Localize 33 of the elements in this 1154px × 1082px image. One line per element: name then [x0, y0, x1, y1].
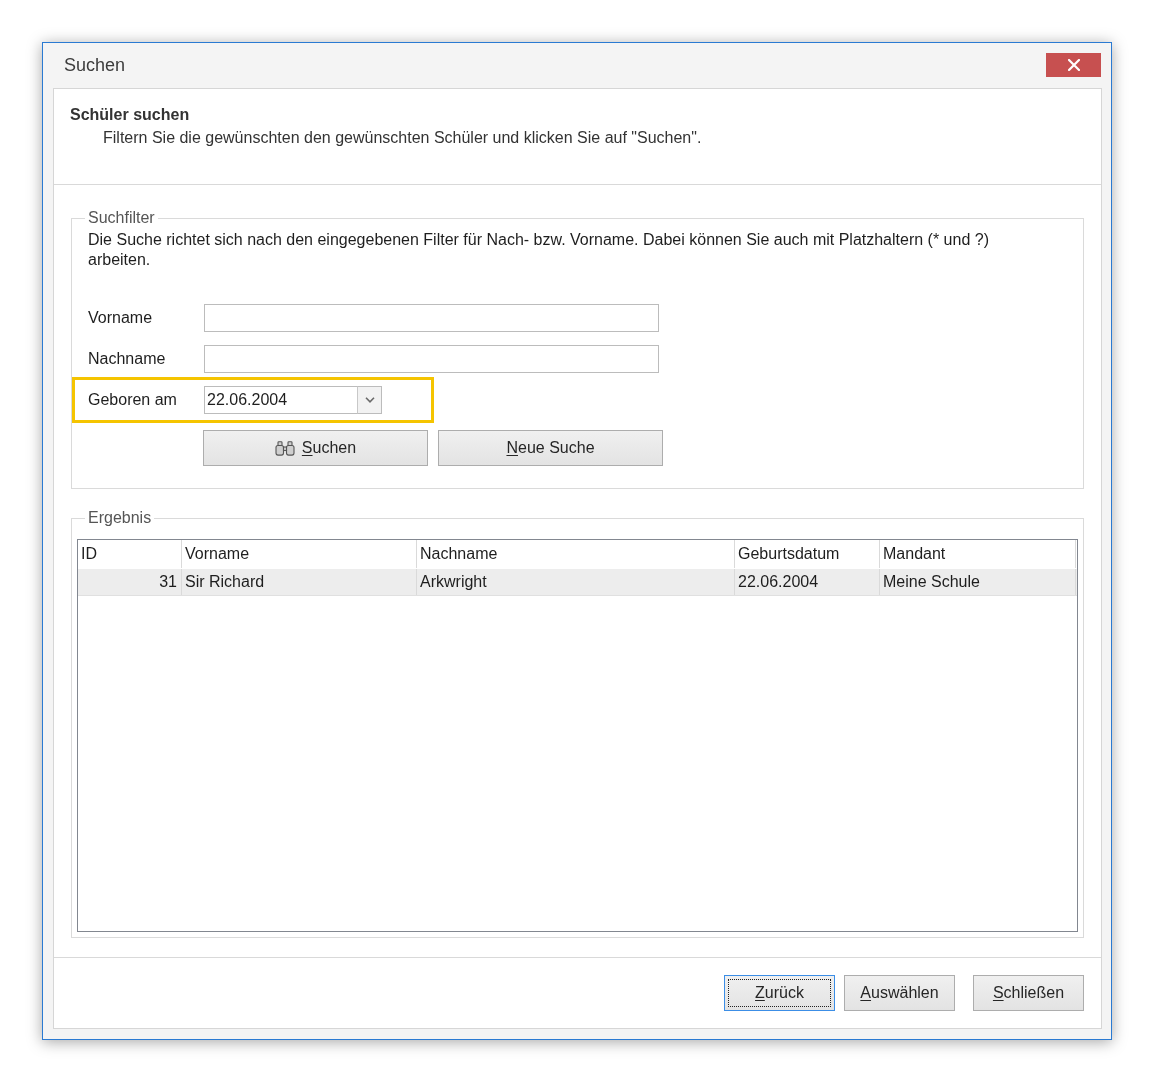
- chevron-icon: [364, 397, 375, 403]
- table-row[interactable]: 31 Sir Richard Arkwright 22.06.2004 Meine Schule: [78, 569, 1077, 596]
- group-title: Ergebnis: [87, 508, 153, 528]
- group-title: Suchfilter: [87, 208, 156, 228]
- search-button[interactable]: Suchen: [203, 430, 428, 466]
- window-title: Suchen: [64, 54, 126, 77]
- table-cell: 31: [78, 569, 182, 595]
- table-cell: Sir Richard: [182, 569, 417, 595]
- column-header[interactable]: ID: [78, 540, 182, 568]
- close-button[interactable]: [1046, 53, 1101, 77]
- dropdown-button[interactable]: [357, 386, 382, 414]
- filter-description: Die Suche richtet sich nach den eingegebenen Filter für Nach- bzw. Vorname. Dabei können Sie auch mit Platzhaltern (* und ?) arbeiten.: [88, 230, 990, 270]
- text-field[interactable]: [204, 304, 659, 332]
- column-header[interactable]: Geburtsdatum: [735, 540, 880, 568]
- column-header[interactable]: Nachname: [417, 540, 735, 568]
- new-search-button[interactable]: Neue Suche: [438, 430, 663, 466]
- header-title: Schüler suchen: [70, 105, 191, 125]
- table-cell: 22.06.2004: [735, 569, 880, 595]
- date-field[interactable]: 22.06.2004: [204, 386, 357, 414]
- field-label: Nachname: [88, 349, 167, 369]
- binoculars-icon: [274, 440, 295, 456]
- select-button[interactable]: Auswählen: [844, 975, 955, 1011]
- header-subtitle: Filtern Sie die gewünschten den gewünschten Schüler und klicken Sie auf "Suchen".: [103, 128, 703, 148]
- close-dialog-button[interactable]: Schließen: [973, 975, 1084, 1011]
- back-button[interactable]: Zurück: [724, 975, 835, 1011]
- field-label: Geboren am: [88, 390, 178, 410]
- column-header[interactable]: Vorname: [182, 540, 417, 568]
- text-field[interactable]: [204, 345, 659, 373]
- field-label: Vorname: [88, 308, 154, 328]
- table-cell: Meine Schule: [880, 569, 1076, 595]
- close-icon: [1067, 59, 1080, 71]
- table-cell: Arkwright: [417, 569, 735, 595]
- column-header[interactable]: Mandant: [880, 540, 1076, 568]
